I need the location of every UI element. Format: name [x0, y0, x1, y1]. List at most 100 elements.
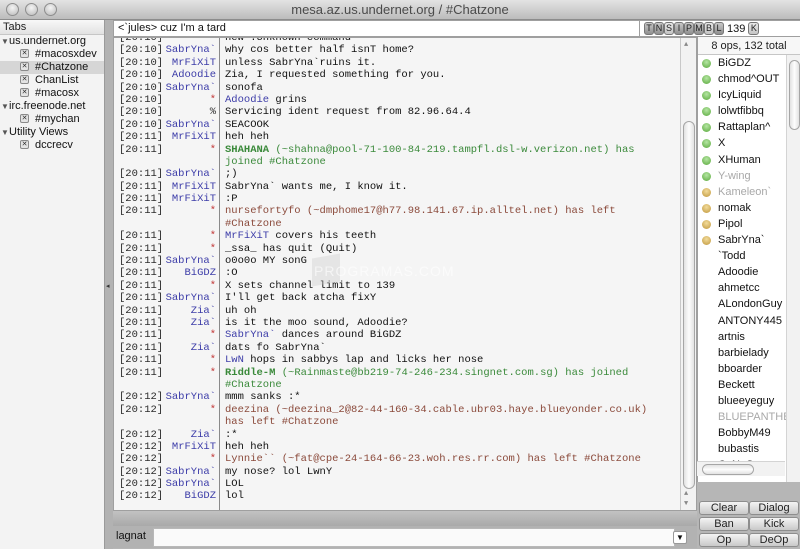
user-list-item[interactable]: bboarder [698, 361, 786, 377]
user-list-item[interactable]: Beckett [698, 377, 786, 393]
kick-button[interactable]: Kick [749, 517, 799, 531]
mode-toggle-n[interactable]: N [654, 22, 664, 35]
user-list-item[interactable]: Adoodie [698, 264, 786, 280]
tab-group[interactable]: ▼Utility Views [0, 126, 104, 139]
mode-toggle-i[interactable]: I [674, 22, 684, 35]
mode-toggle-l[interactable]: L [714, 22, 724, 35]
actor-nick[interactable]: SabrYna` [225, 329, 275, 341]
actor-nick[interactable]: Riddle-M [225, 367, 275, 379]
disclosure-triangle-icon[interactable]: ▼ [1, 35, 9, 48]
nick[interactable]: SabrYna` [166, 82, 216, 94]
nick[interactable]: MrFiXiT [172, 441, 216, 453]
user-list-item[interactable]: chmod^OUT [698, 71, 786, 87]
nick[interactable]: BiGDZ [184, 267, 216, 279]
nick[interactable]: SabrYna` [166, 119, 216, 131]
close-tab-icon[interactable]: ✕ [20, 48, 29, 58]
nick[interactable]: SabrYna` [166, 44, 216, 56]
tab-group[interactable]: ▼us.undernet.org [0, 35, 104, 48]
user-list-item[interactable]: Rattaplan^ [698, 119, 786, 135]
mode-toggle-b[interactable]: B [704, 22, 714, 35]
nick[interactable]: BiGDZ [184, 490, 216, 502]
scroll-down-arrow-icon[interactable]: ▼ [684, 500, 688, 508]
user-list-item[interactable]: bubastis [698, 441, 786, 457]
nick[interactable]: SabrYna` [166, 391, 216, 403]
nick[interactable]: SabrYna` [166, 292, 216, 304]
actor-nick[interactable]: MrFiXiT [225, 230, 269, 242]
mode-toggle-m[interactable]: M [694, 22, 704, 35]
mode-toggle-s[interactable]: S [664, 22, 674, 35]
mode-toggle-key[interactable]: K [748, 22, 760, 35]
nick[interactable]: MrFiXiT [172, 181, 216, 193]
tab-item[interactable]: ✕ dccrecv [0, 139, 104, 152]
user-list-item[interactable]: ANTONY445 [698, 313, 786, 329]
nick[interactable]: MrFiXiT [172, 193, 216, 205]
nick[interactable]: SabrYna` [166, 168, 216, 180]
actor-nick[interactable]: SHAHANA [225, 144, 269, 156]
user-list-item[interactable]: BLUEPANTHER [698, 409, 786, 425]
user-list-item[interactable]: Kameleon` [698, 184, 786, 200]
close-tab-icon[interactable]: ✕ [20, 87, 29, 97]
tab-item[interactable]: ✕ #macosxdev [0, 48, 104, 61]
close-tab-icon[interactable]: ✕ [20, 139, 29, 149]
user-list-hscrollbar[interactable] [697, 461, 785, 476]
tab-item[interactable]: ✕ ChanList [0, 74, 104, 87]
close-tab-icon[interactable]: ✕ [20, 61, 29, 71]
current-nick-label[interactable]: lagnat [116, 530, 146, 542]
user-list-item[interactable]: nomak [698, 200, 786, 216]
user-list-item[interactable]: ahmetcc [698, 280, 786, 296]
user-list-item[interactable]: blueeyeguy [698, 393, 786, 409]
actor-nick[interactable]: Adoodie [225, 94, 269, 106]
sidebar-splitter[interactable]: ◂ [105, 20, 113, 549]
user-list-item[interactable]: XHuman [698, 152, 786, 168]
nick[interactable]: Zia` [191, 305, 216, 317]
nick[interactable]: Zia` [191, 429, 216, 441]
close-tab-icon[interactable]: ✕ [20, 74, 29, 84]
user-list-item[interactable]: ALondonGuy [698, 296, 786, 312]
mode-toggle-t[interactable]: T [644, 22, 654, 35]
user-list-item[interactable]: Pipol [698, 216, 786, 232]
op-button[interactable]: Op [699, 533, 749, 547]
history-dropdown-icon[interactable]: ▼ [673, 531, 687, 544]
user-list-scrollbar[interactable] [786, 55, 800, 482]
message-input[interactable] [153, 528, 675, 547]
nick[interactable]: MrFiXiT [172, 57, 216, 69]
tab-item[interactable]: ✕ #mychan [0, 113, 104, 126]
nick[interactable]: Zia` [191, 342, 216, 354]
tab-group[interactable]: ▼irc.freenode.net [0, 100, 104, 113]
chat-scrollbar[interactable]: ▲ ▲ ▼ [680, 38, 696, 510]
user-list-item[interactable]: barbielady [698, 345, 786, 361]
mode-toggle-p[interactable]: P [684, 22, 694, 35]
nick[interactable]: Zia` [191, 317, 216, 329]
user-list-item[interactable]: SabrYna` [698, 232, 786, 248]
scroll-up-arrow-icon[interactable]: ▲ [684, 490, 688, 498]
ban-button[interactable]: Ban [699, 517, 749, 531]
nick[interactable]: Adoodie [172, 69, 216, 81]
disclosure-triangle-icon[interactable]: ▼ [1, 100, 9, 113]
user-list-item[interactable]: `Todd [698, 248, 786, 264]
user-list-scroll-thumb[interactable] [789, 60, 800, 130]
actor-nick[interactable]: LwN [225, 354, 244, 366]
user-list-item[interactable]: lolwtfibbq [698, 103, 786, 119]
scroll-up-icon[interactable]: ▲ [684, 41, 688, 49]
tab-item[interactable]: ✕ #macosx [0, 87, 104, 100]
channel-limit-value[interactable]: 139 [727, 23, 745, 35]
close-tab-icon[interactable]: ✕ [20, 113, 29, 123]
deop-button[interactable]: DeOp [749, 533, 799, 547]
disclosure-triangle-icon[interactable]: ▼ [1, 126, 9, 139]
dialog-button[interactable]: Dialog [749, 501, 799, 515]
nick[interactable]: SabrYna` [166, 478, 216, 490]
user-list-item[interactable]: X [698, 135, 786, 151]
clear-button[interactable]: Clear [699, 501, 749, 515]
chat-scroll-thumb[interactable] [683, 121, 695, 489]
user-list-item[interactable]: BiGDZ [698, 55, 786, 71]
user-list-item[interactable]: IcyLiquid [698, 87, 786, 103]
user-list-item[interactable]: Y-wing [698, 168, 786, 184]
nick[interactable]: MrFiXiT [172, 131, 216, 143]
tab-item[interactable]: ✕ #Chatzone [0, 61, 104, 74]
nick[interactable]: SabrYna` [166, 255, 216, 267]
user-list-item[interactable]: BobbyM49 [698, 425, 786, 441]
user-list-hscroll-thumb[interactable] [702, 464, 754, 475]
input-splitter[interactable] [113, 511, 697, 526]
nick[interactable]: SabrYna` [166, 466, 216, 478]
topic-field[interactable]: <`jules> cuz I'm a tard [113, 20, 640, 37]
